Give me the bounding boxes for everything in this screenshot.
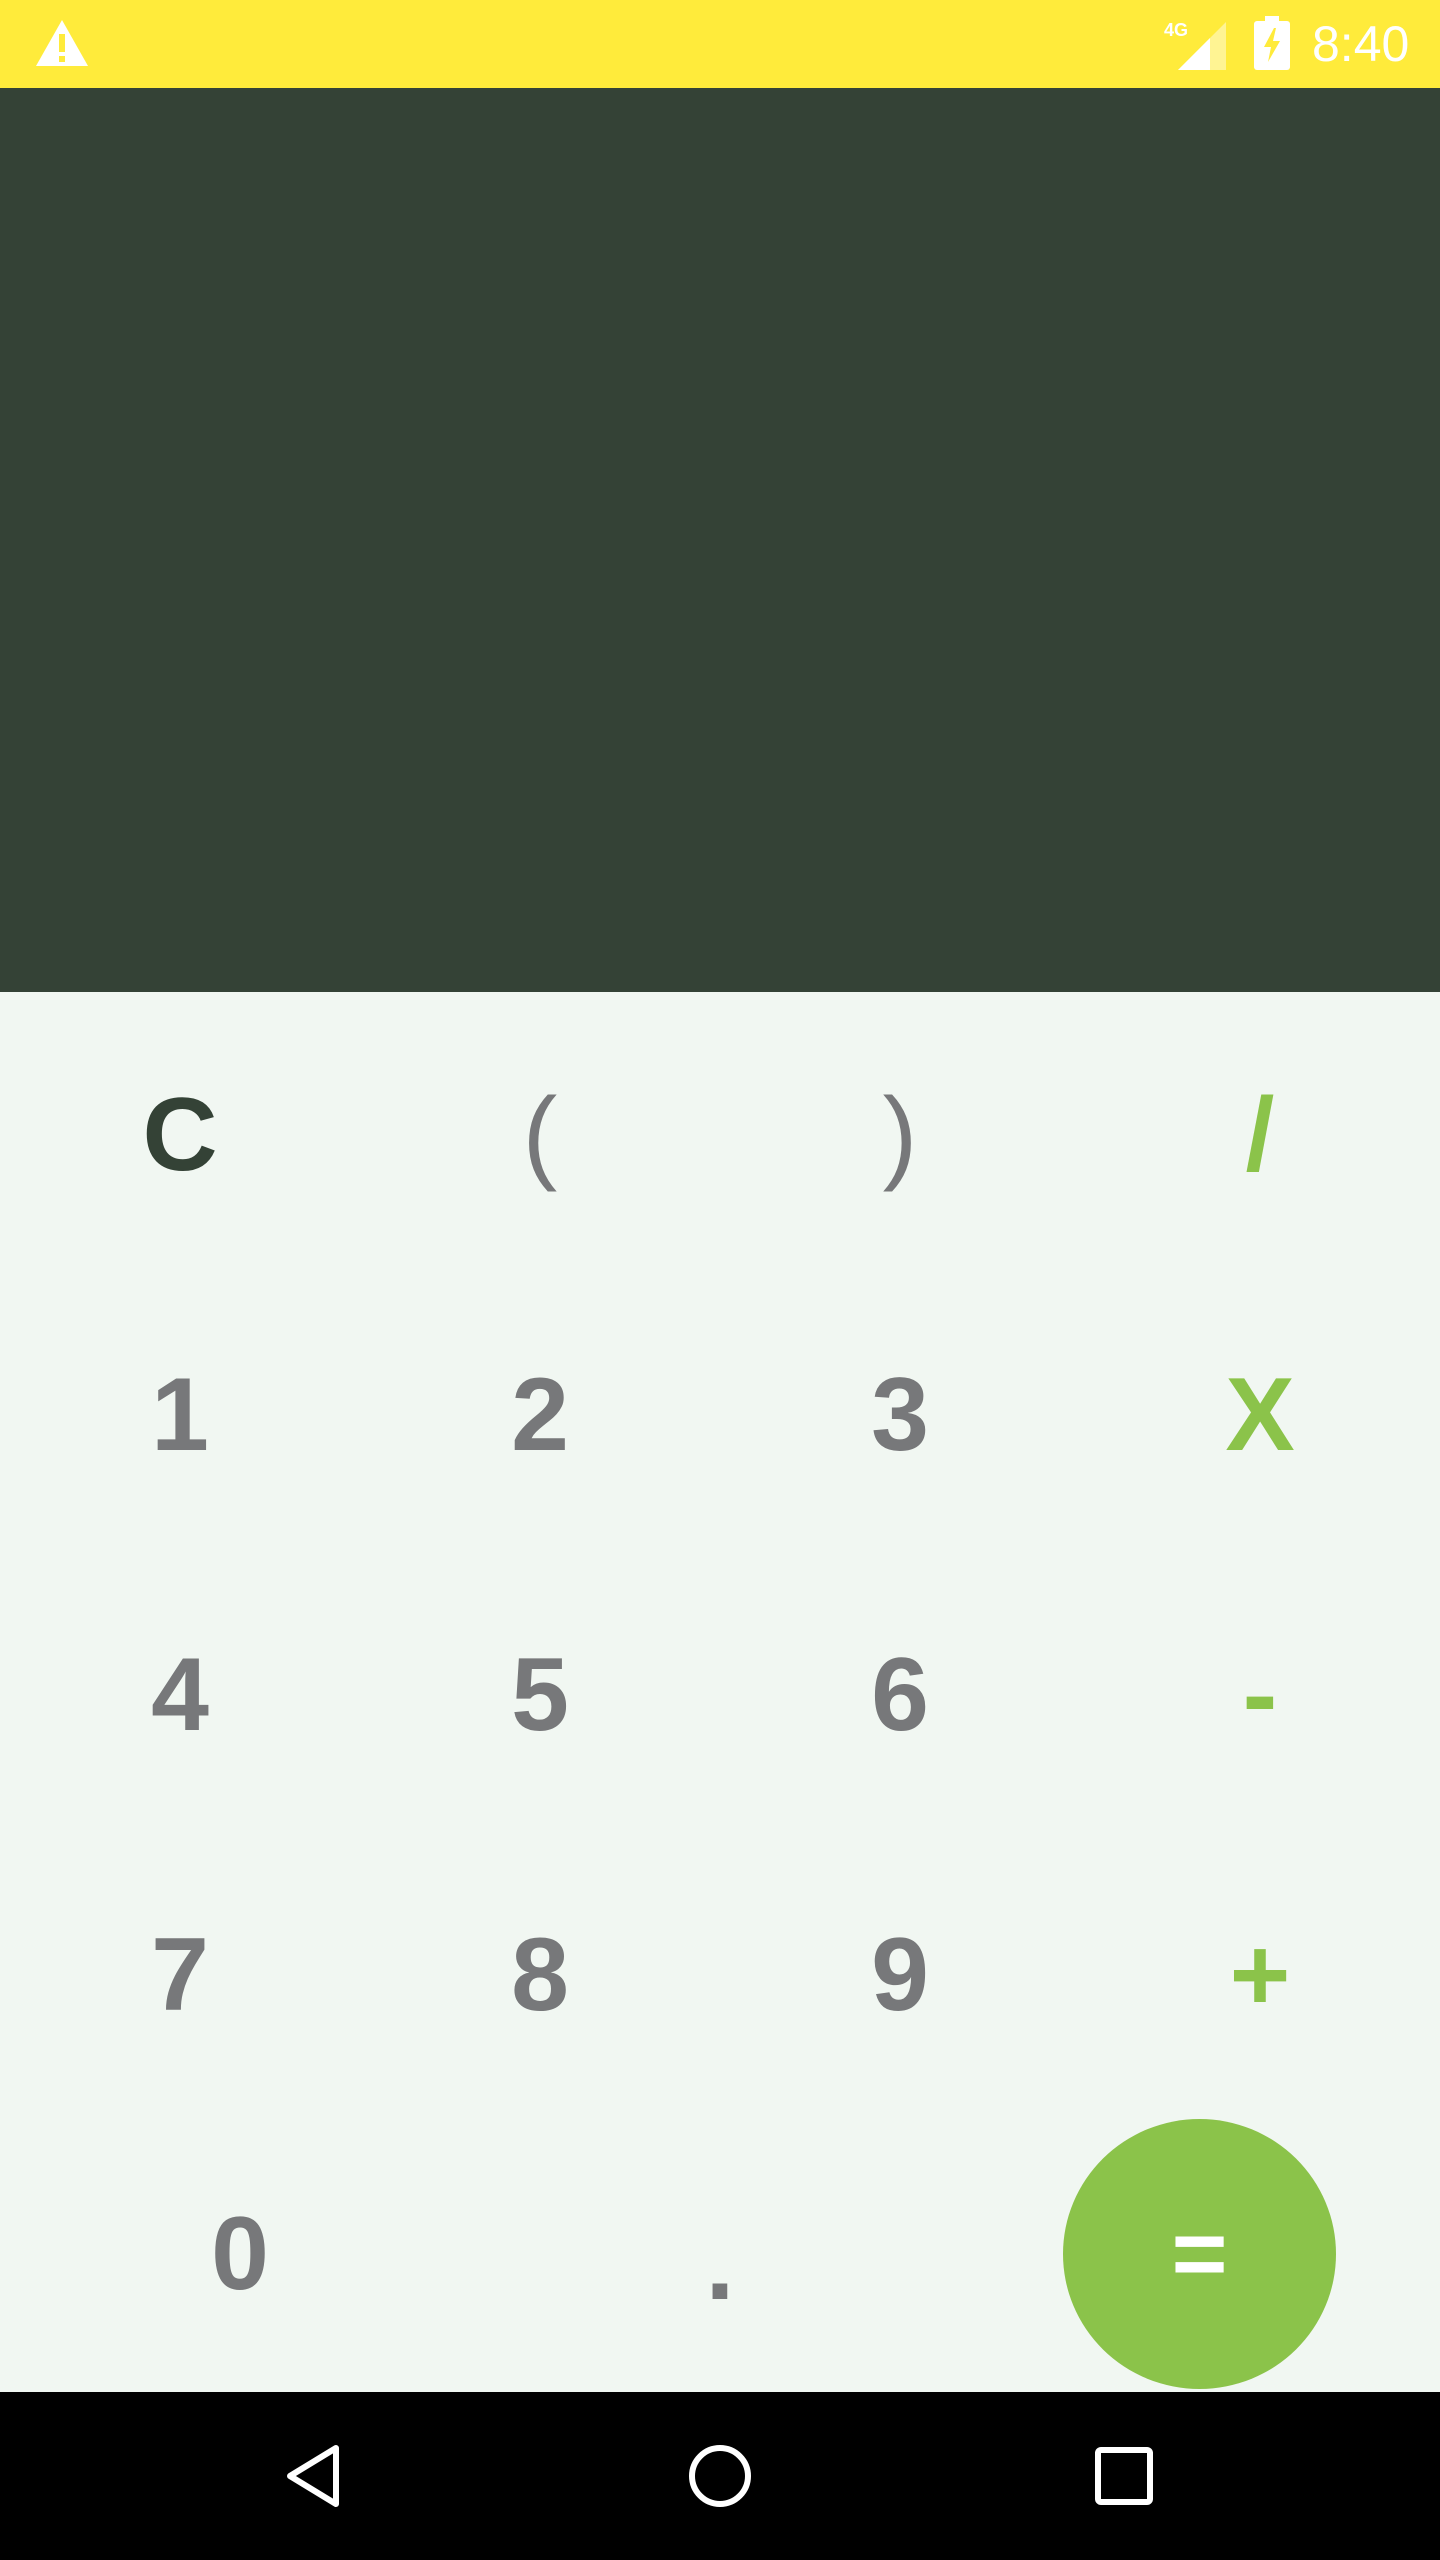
home-icon — [689, 2445, 751, 2507]
multiply-button[interactable]: X — [1140, 1315, 1380, 1515]
digit-3-button[interactable]: 3 — [780, 1315, 1020, 1515]
calculator-display — [0, 88, 1440, 992]
digit-6-button[interactable]: 6 — [780, 1595, 1020, 1795]
equals-button[interactable]: = — [1063, 2119, 1336, 2389]
status-time: 8:40 — [1312, 16, 1410, 72]
digit-9-button[interactable]: 9 — [780, 1875, 1020, 2075]
digit-5-button[interactable]: 5 — [420, 1595, 660, 1795]
digit-1-button[interactable]: 1 — [60, 1315, 300, 1515]
signal-icon: 4G — [1164, 20, 1226, 70]
divide-button[interactable]: / — [1140, 1035, 1380, 1235]
plus-button[interactable]: + — [1140, 1875, 1380, 2075]
recents-icon — [1095, 2447, 1153, 2505]
digit-4-button[interactable]: 4 — [60, 1595, 300, 1795]
recents-button[interactable] — [1074, 2426, 1174, 2526]
battery-charging-icon — [1254, 16, 1290, 70]
clear-button[interactable]: C — [60, 1035, 300, 1235]
network-type-label: 4G — [1164, 20, 1188, 40]
digit-0-button[interactable]: 0 — [120, 2154, 360, 2354]
open-paren-button[interactable]: ( — [420, 1035, 660, 1235]
digit-8-button[interactable]: 8 — [420, 1875, 660, 2075]
navigation-bar — [0, 2392, 1440, 2560]
digit-2-button[interactable]: 2 — [420, 1315, 660, 1515]
home-button[interactable] — [670, 2426, 770, 2526]
status-bar: 4G 8:40 — [0, 0, 1440, 88]
close-paren-button[interactable]: ) — [780, 1035, 1020, 1235]
keypad: C ( ) / 1 2 3 X 4 5 6 - 7 8 9 + 0 . = — [0, 992, 1440, 2392]
decimal-button[interactable]: . — [600, 2164, 840, 2364]
back-icon — [287, 2445, 339, 2507]
back-button[interactable] — [264, 2426, 364, 2526]
digit-7-button[interactable]: 7 — [60, 1875, 300, 2075]
minus-button[interactable]: - — [1140, 1595, 1380, 1795]
warning-icon — [36, 20, 88, 66]
